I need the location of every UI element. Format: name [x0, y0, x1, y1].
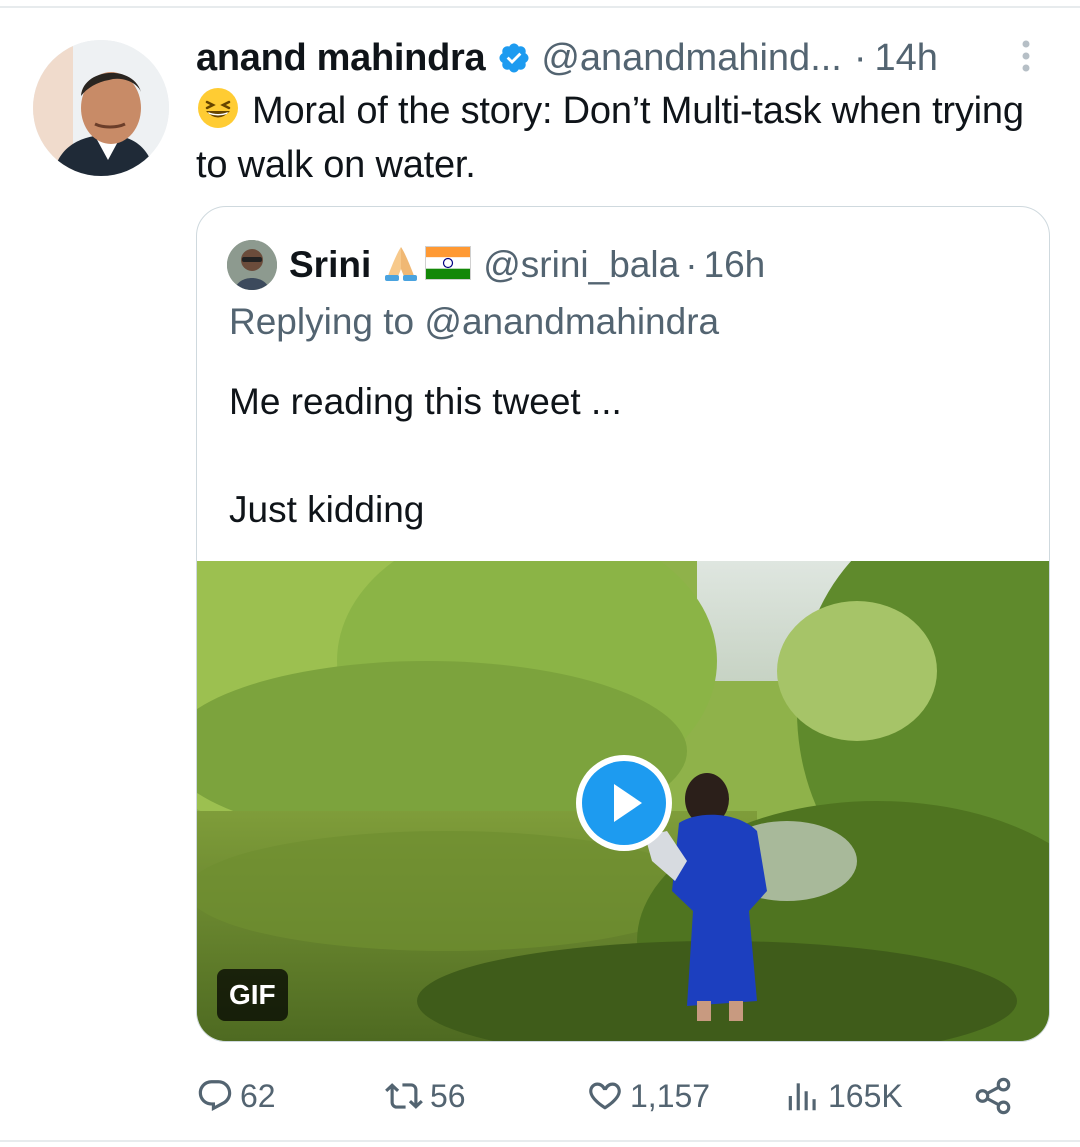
quoted-tweet-time[interactable]: 16h [704, 244, 766, 286]
more-options-icon[interactable] [1016, 36, 1036, 76]
quoted-author-handle[interactable]: @srini_bala [483, 244, 679, 286]
retweet-icon [385, 1083, 423, 1109]
quoted-tweet-text-line1: Me reading this tweet ... [229, 381, 622, 422]
views-button[interactable]: 165K [784, 1066, 903, 1126]
author-name[interactable]: anand mahindra [196, 37, 486, 80]
reply-icon [198, 1080, 232, 1112]
author-avatar[interactable] [33, 40, 169, 176]
play-button[interactable] [574, 753, 674, 853]
india-flag-icon [425, 245, 472, 285]
views-chart-icon [788, 1083, 816, 1111]
quoted-author-avatar[interactable] [227, 240, 277, 290]
folded-hands-icon [381, 243, 421, 288]
quoted-tweet-text-line2: Just kidding [229, 489, 425, 530]
gif-badge: GIF [217, 969, 288, 1021]
quoted-tweet[interactable]: Srini @srini_bala · 16h Replying to @ana… [196, 206, 1050, 1042]
share-icon [975, 1077, 1011, 1115]
reply-button[interactable]: 62 [196, 1066, 276, 1126]
separator-dot: · [685, 244, 698, 285]
gif-media[interactable]: GIF [197, 561, 1049, 1041]
play-icon [576, 755, 672, 851]
quoted-author-name[interactable]: Srini [289, 244, 371, 286]
tweet-header: anand mahindra @anandmahind... · 14h [196, 30, 1046, 86]
author-emoji-group [381, 243, 472, 288]
bottom-divider [0, 1140, 1080, 1142]
separator-dot: · [853, 36, 867, 79]
grinning-squinting-face-icon [196, 86, 240, 130]
heart-icon [589, 1082, 621, 1110]
replying-to-text: Replying to @anandmahindra [229, 301, 720, 342]
verified-badge-icon [497, 41, 531, 75]
quoted-tweet-header: Srini @srini_bala · 16h [227, 237, 765, 293]
share-button[interactable] [972, 1066, 1020, 1126]
author-handle[interactable]: @anandmahind... [541, 37, 842, 80]
retweet-button[interactable]: 56 [384, 1066, 466, 1126]
retweet-count: 56 [430, 1077, 466, 1114]
tweet-text-block: Moral of the story: Don’t Multi-task whe… [196, 84, 1046, 192]
views-count: 165K [828, 1077, 903, 1114]
top-divider [0, 6, 1080, 8]
tweet-time[interactable]: 14h [875, 37, 938, 80]
like-button[interactable]: 1,157 [586, 1066, 710, 1126]
tweet-text: Moral of the story: Don’t Multi-task whe… [196, 90, 1024, 186]
like-count: 1,157 [630, 1077, 711, 1114]
tweet-actions-bar: 62 56 1,157 165K [196, 1066, 1046, 1126]
reply-count: 62 [240, 1077, 276, 1114]
